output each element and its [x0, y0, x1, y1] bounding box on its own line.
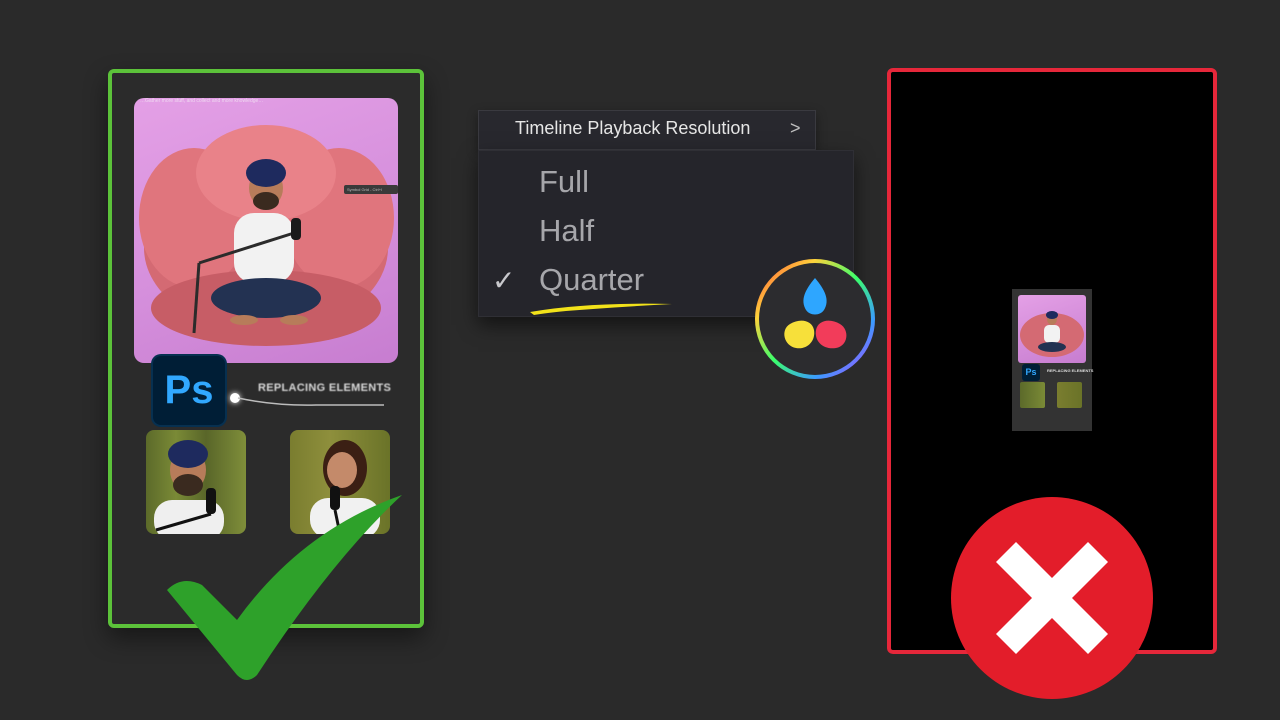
menu-item-full[interactable]: Full: [539, 164, 589, 200]
preview-image-armchair: [134, 98, 398, 363]
tiny-thumbnail-1: [1020, 382, 1045, 408]
photo-caption: …Gather more stuff, and collect and more…: [140, 98, 264, 104]
highlight-underline: [530, 303, 672, 315]
chevron-right-icon: >: [790, 118, 801, 138]
checkmark-icon: ✓: [492, 265, 516, 296]
connector-line: [237, 397, 384, 406]
tiny-preview-image: [1018, 295, 1086, 363]
armchair-photo-illustration: [139, 125, 394, 346]
davinci-resolve-icon: [755, 259, 875, 379]
tiny-thumbnail-2: [1057, 382, 1082, 408]
green-checkmark-icon: [167, 495, 402, 680]
menu-item-quarter[interactable]: Quarter: [539, 262, 644, 298]
photoshop-icon: Ps: [151, 354, 227, 427]
menu-header-label: Timeline Playback Resolution: [515, 118, 751, 138]
menu-item-half[interactable]: Half: [539, 213, 594, 249]
tiny-replacing-elements-label: REPLACING ELEMENTS: [1047, 368, 1094, 373]
tiny-photoshop-icon: Ps: [1022, 364, 1040, 381]
replacing-elements-label: REPLACING ELEMENTS: [258, 382, 392, 394]
red-x-icon: [951, 497, 1153, 699]
mini-toolbar[interactable]: Symbol Grid - Ctrl+I: [344, 185, 398, 194]
